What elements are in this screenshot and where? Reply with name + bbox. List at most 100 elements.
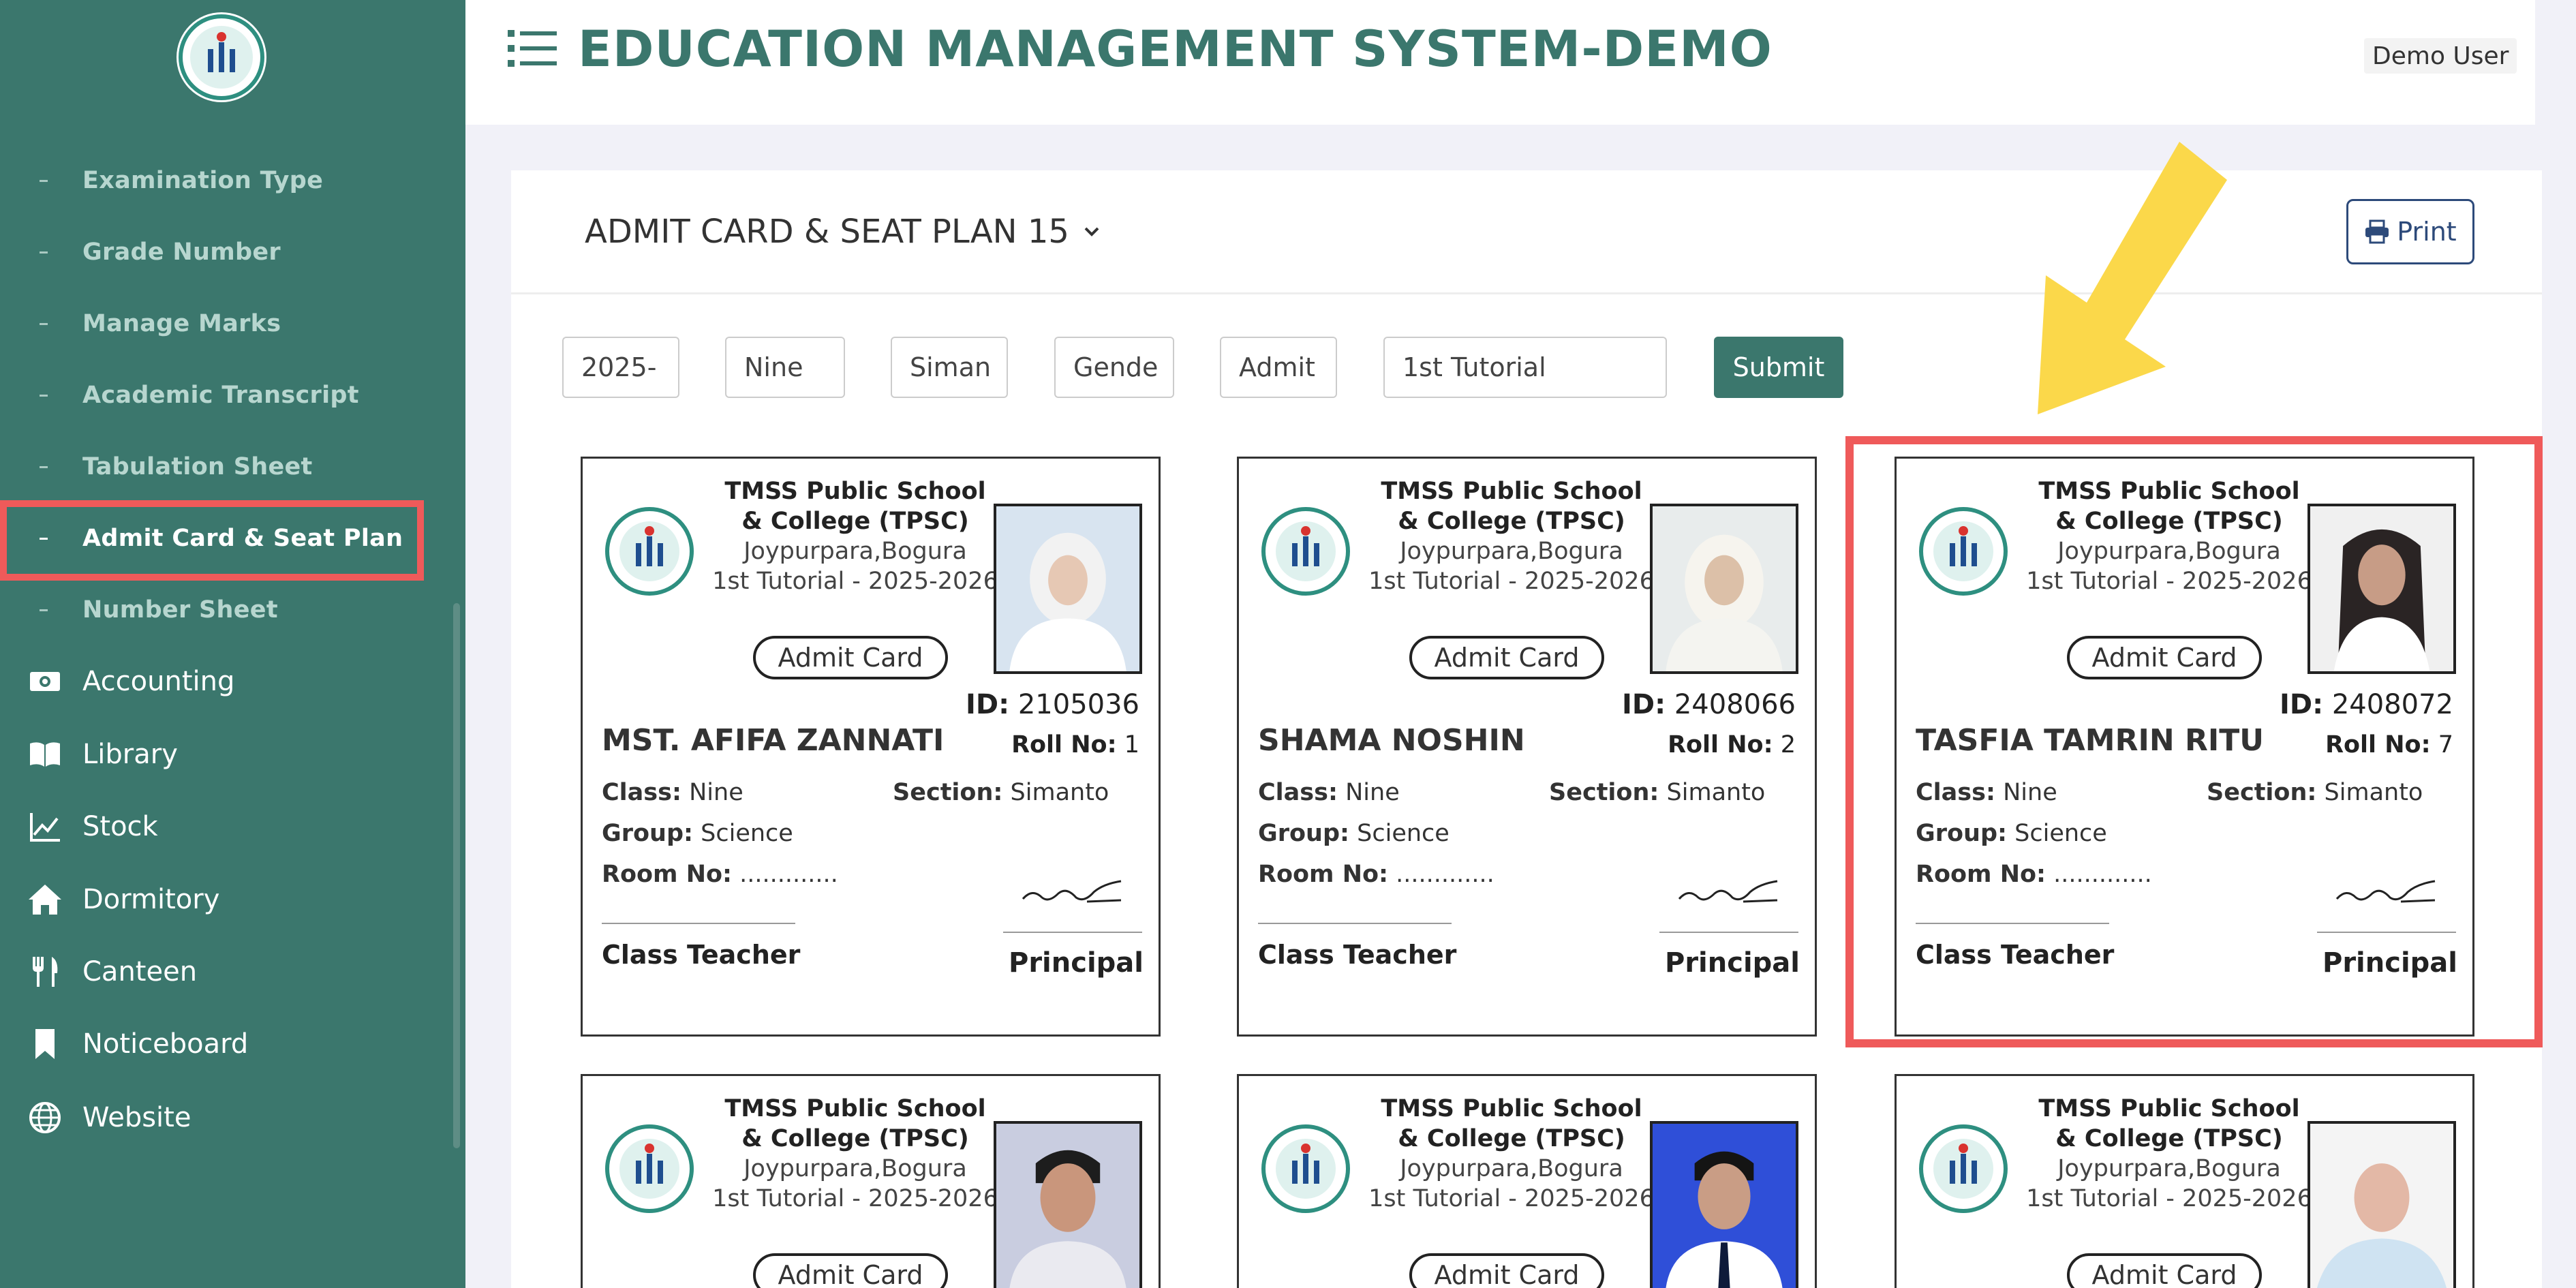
sidebar-item-accounting[interactable]: Accounting (0, 647, 465, 716)
student-name: SHAMA NOSHIN (1258, 723, 1525, 758)
dash-icon (40, 251, 48, 254)
id-value: 2105036 (1017, 689, 1139, 720)
utensils-icon (33, 957, 58, 987)
sidebar: Examination Type Grade Number Manage Mar… (0, 0, 465, 1288)
sidebar-item-canteen[interactable]: Canteen (0, 938, 465, 1006)
signature-line (1659, 932, 1798, 933)
menu-icon[interactable] (508, 27, 557, 70)
principal-signature (1678, 880, 1778, 903)
sidebar-item-library[interactable]: Library (0, 720, 465, 788)
group-value: Science (1357, 820, 1450, 847)
exam-name: 1st Tutorial - 2025-2026 (2026, 1185, 2312, 1212)
app-title: EDUCATION MANAGEMENT SYSTEM-DEMO (578, 20, 1773, 78)
section-select[interactable]: Siman (891, 337, 1008, 398)
school-name: TMSS Public School & College (TPSC) (1381, 1095, 1642, 1152)
class-label: Class: (1258, 779, 1338, 806)
panel-title[interactable]: ADMIT CARD & SEAT PLAN 15 (585, 213, 1101, 251)
sidebar-item-manage-marks[interactable]: Manage Marks (0, 293, 465, 354)
group-value: Science (701, 820, 793, 847)
submit-button[interactable]: Submit (1714, 337, 1843, 398)
section-value: Simanto (1010, 779, 1109, 806)
sidebar-item-label: Library (82, 739, 178, 770)
arrow-icon (2038, 142, 2227, 414)
sidebar-item-label: Accounting (82, 666, 235, 697)
school-name: TMSS Public School & College (TPSC) (1381, 478, 1642, 535)
school-logo[interactable] (174, 10, 269, 105)
sidebar-item-noticeboard[interactable]: Noticeboard (0, 1010, 465, 1078)
sidebar-item-dormitory[interactable]: Dormitory (0, 865, 465, 934)
sidebar-item-label: Grade Number (82, 239, 281, 266)
class-label: Class: (602, 779, 681, 806)
admit-card: TMSS Public School & College (TPSC) Joyp… (1237, 1074, 1817, 1288)
gender-select[interactable]: Gende (1054, 337, 1174, 398)
group-info: Group: Science (1258, 820, 1450, 847)
sidebar-item-examination-type[interactable]: Examination Type (0, 150, 465, 211)
signature-line (1258, 923, 1452, 924)
principal-label: Principal (1009, 947, 1144, 979)
sidebar-item-label: Manage Marks (82, 310, 281, 337)
money-icon (30, 672, 60, 691)
group-label: Group: (1258, 820, 1350, 847)
school-logo (1919, 1124, 2008, 1213)
sidebar-item-label: Dormitory (82, 884, 220, 915)
roll-value: 1 (1124, 731, 1139, 758)
print-icon (2365, 219, 2389, 244)
class-value: Nine (1345, 779, 1400, 806)
group-info: Group: Science (602, 820, 793, 847)
class-info: Class: Nine (602, 779, 743, 806)
roll-label: Roll No: (1011, 731, 1117, 758)
print-button[interactable]: Print (2346, 199, 2474, 264)
school-name: TMSS Public School & College (TPSC) (2038, 1095, 2300, 1152)
student-photo (1650, 1121, 1798, 1288)
sidebar-item-label: Canteen (82, 956, 198, 987)
home-icon (29, 885, 61, 915)
roll-number: Roll No: 2 (1668, 731, 1796, 758)
admit-card: TMSS Public School & College (TPSC) Joyp… (581, 457, 1161, 1037)
top-header: EDUCATION MANAGEMENT SYSTEM-DEMO (465, 0, 2340, 125)
class-teacher-label: Class Teacher (1258, 940, 1457, 970)
session-select[interactable]: 2025- (562, 337, 679, 398)
school-logo (605, 507, 694, 596)
group-label: Group: (602, 820, 694, 847)
sidebar-item-academic-transcript[interactable]: Academic Transcript (0, 365, 465, 426)
school-address: Joypurpara,Bogura (1400, 1155, 1623, 1182)
school-address: Joypurpara,Bogura (1400, 538, 1623, 565)
dash-icon (40, 394, 48, 397)
student-photo (994, 1121, 1142, 1288)
chart-icon (30, 813, 60, 842)
id-label: ID: (966, 689, 1010, 720)
card-type-select[interactable]: Admit (1220, 337, 1337, 398)
school-logo (605, 1124, 694, 1213)
sidebar-item-grade-number[interactable]: Grade Number (0, 221, 465, 283)
school-name: TMSS Public School & College (TPSC) (724, 1095, 986, 1152)
section-info: Section: Simanto (893, 779, 1109, 806)
roll-value: 2 (1780, 731, 1796, 758)
sidebar-item-stock[interactable]: Stock (0, 793, 465, 861)
section-info: Section: Simanto (1549, 779, 1765, 806)
student-id: ID: 2105036 (966, 689, 1139, 720)
student-name: MST. AFIFA ZANNATI (602, 723, 945, 758)
school-address: Joypurpara,Bogura (743, 538, 967, 565)
exam-select[interactable]: 1st Tutorial (1383, 337, 1667, 398)
sidebar-item-number-sheet[interactable]: Number Sheet (0, 579, 465, 641)
admit-card-badge: Admit Card (753, 1253, 948, 1288)
room-label: Room No: (1258, 861, 1389, 888)
section-label: Section: (893, 779, 1003, 806)
admit-card-badge: Admit Card (753, 636, 948, 679)
school-name: TMSS Public School & College (TPSC) (724, 478, 986, 535)
dash-icon (40, 322, 48, 325)
sidebar-item-label: Noticeboard (82, 1028, 249, 1060)
book-icon (30, 742, 60, 767)
class-select[interactable]: Nine (725, 337, 845, 398)
sidebar-scrollbar[interactable] (453, 603, 460, 1148)
school-logo (1261, 1124, 1350, 1213)
student-photo (1650, 504, 1798, 674)
section-label: Section: (1549, 779, 1659, 806)
id-label: ID: (1622, 689, 1666, 720)
admit-card-badge: Admit Card (1409, 1253, 1604, 1288)
sidebar-item-website[interactable]: Website (0, 1084, 465, 1152)
sidebar-item-tabulation-sheet[interactable]: Tabulation Sheet (0, 436, 465, 497)
class-teacher-label: Class Teacher (602, 940, 801, 970)
user-menu-button[interactable]: Demo User (2364, 38, 2517, 74)
student-photo (2307, 1121, 2456, 1288)
